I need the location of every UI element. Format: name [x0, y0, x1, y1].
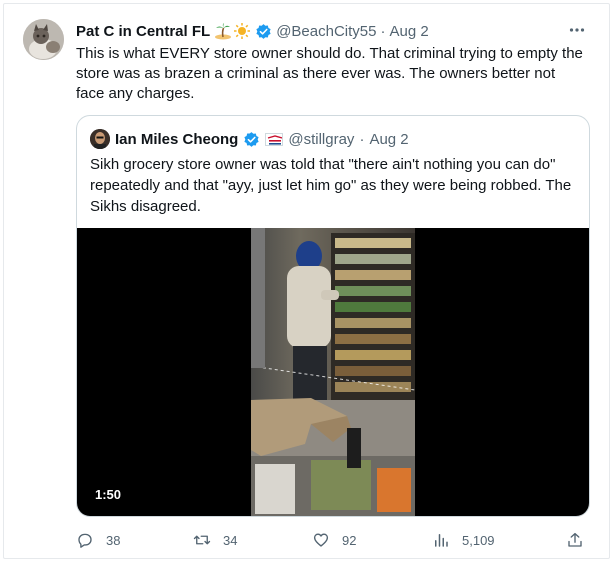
affiliate-badge-icon — [265, 132, 284, 146]
tweet-card: Pat C in Central FL @BeachCity55 · Aug 2… — [3, 3, 610, 559]
heart-icon — [313, 533, 329, 547]
author-handle[interactable]: @BeachCity55 — [276, 23, 376, 40]
tweet-text: This is what EVERY store owner should do… — [76, 45, 583, 102]
like-count: 92 — [342, 532, 357, 548]
like-button[interactable]: 92 — [312, 529, 356, 551]
quote-text: Sikh grocery store owner was told that "… — [90, 156, 572, 215]
share-button[interactable] — [566, 529, 584, 551]
quote-verified-badge-icon — [244, 131, 259, 147]
retweet-icon — [193, 535, 211, 545]
quote-author-name[interactable]: Ian Miles Cheong — [115, 131, 238, 148]
sun-icon — [234, 23, 251, 39]
quote-author-handle[interactable]: @stillgray — [288, 131, 354, 148]
tweet-header: Pat C in Central FL @BeachCity55 · Aug 2 — [76, 20, 581, 42]
author-emojis — [214, 22, 251, 40]
views-icon — [435, 534, 448, 547]
quote-separator-dot: · — [359, 130, 365, 148]
views-count: 5,109 — [462, 532, 495, 548]
reply-button[interactable]: 38 — [76, 529, 120, 551]
retweet-count: 34 — [223, 532, 238, 548]
quote-author-avatar[interactable] — [90, 129, 110, 149]
more-options-button[interactable] — [565, 18, 589, 42]
island-icon — [215, 23, 232, 40]
tweet-date[interactable]: Aug 2 — [389, 23, 428, 40]
retweet-button[interactable]: 34 — [193, 529, 237, 551]
separator-dot: · — [380, 22, 386, 40]
author-name[interactable]: Pat C in Central FL — [76, 23, 210, 40]
author-avatar[interactable] — [23, 19, 64, 60]
views-button[interactable]: 5,109 — [432, 529, 495, 551]
share-icon — [568, 532, 582, 547]
reply-count: 38 — [106, 532, 121, 548]
quote-date[interactable]: Aug 2 — [369, 131, 408, 148]
video-thumbnail — [251, 228, 415, 516]
more-icon — [569, 28, 585, 32]
verified-badge-icon — [256, 23, 271, 39]
tweet-actions: 38 34 92 5,109 — [76, 529, 596, 551]
quoted-tweet[interactable]: Ian Miles Cheong @stillgray · Aug 2 Sikh… — [76, 115, 590, 517]
reply-icon — [78, 533, 92, 548]
video-player[interactable]: 1:50 — [77, 228, 589, 516]
quote-header: Ian Miles Cheong @stillgray · Aug 2 — [90, 128, 409, 150]
video-duration: 1:50 — [91, 485, 126, 504]
